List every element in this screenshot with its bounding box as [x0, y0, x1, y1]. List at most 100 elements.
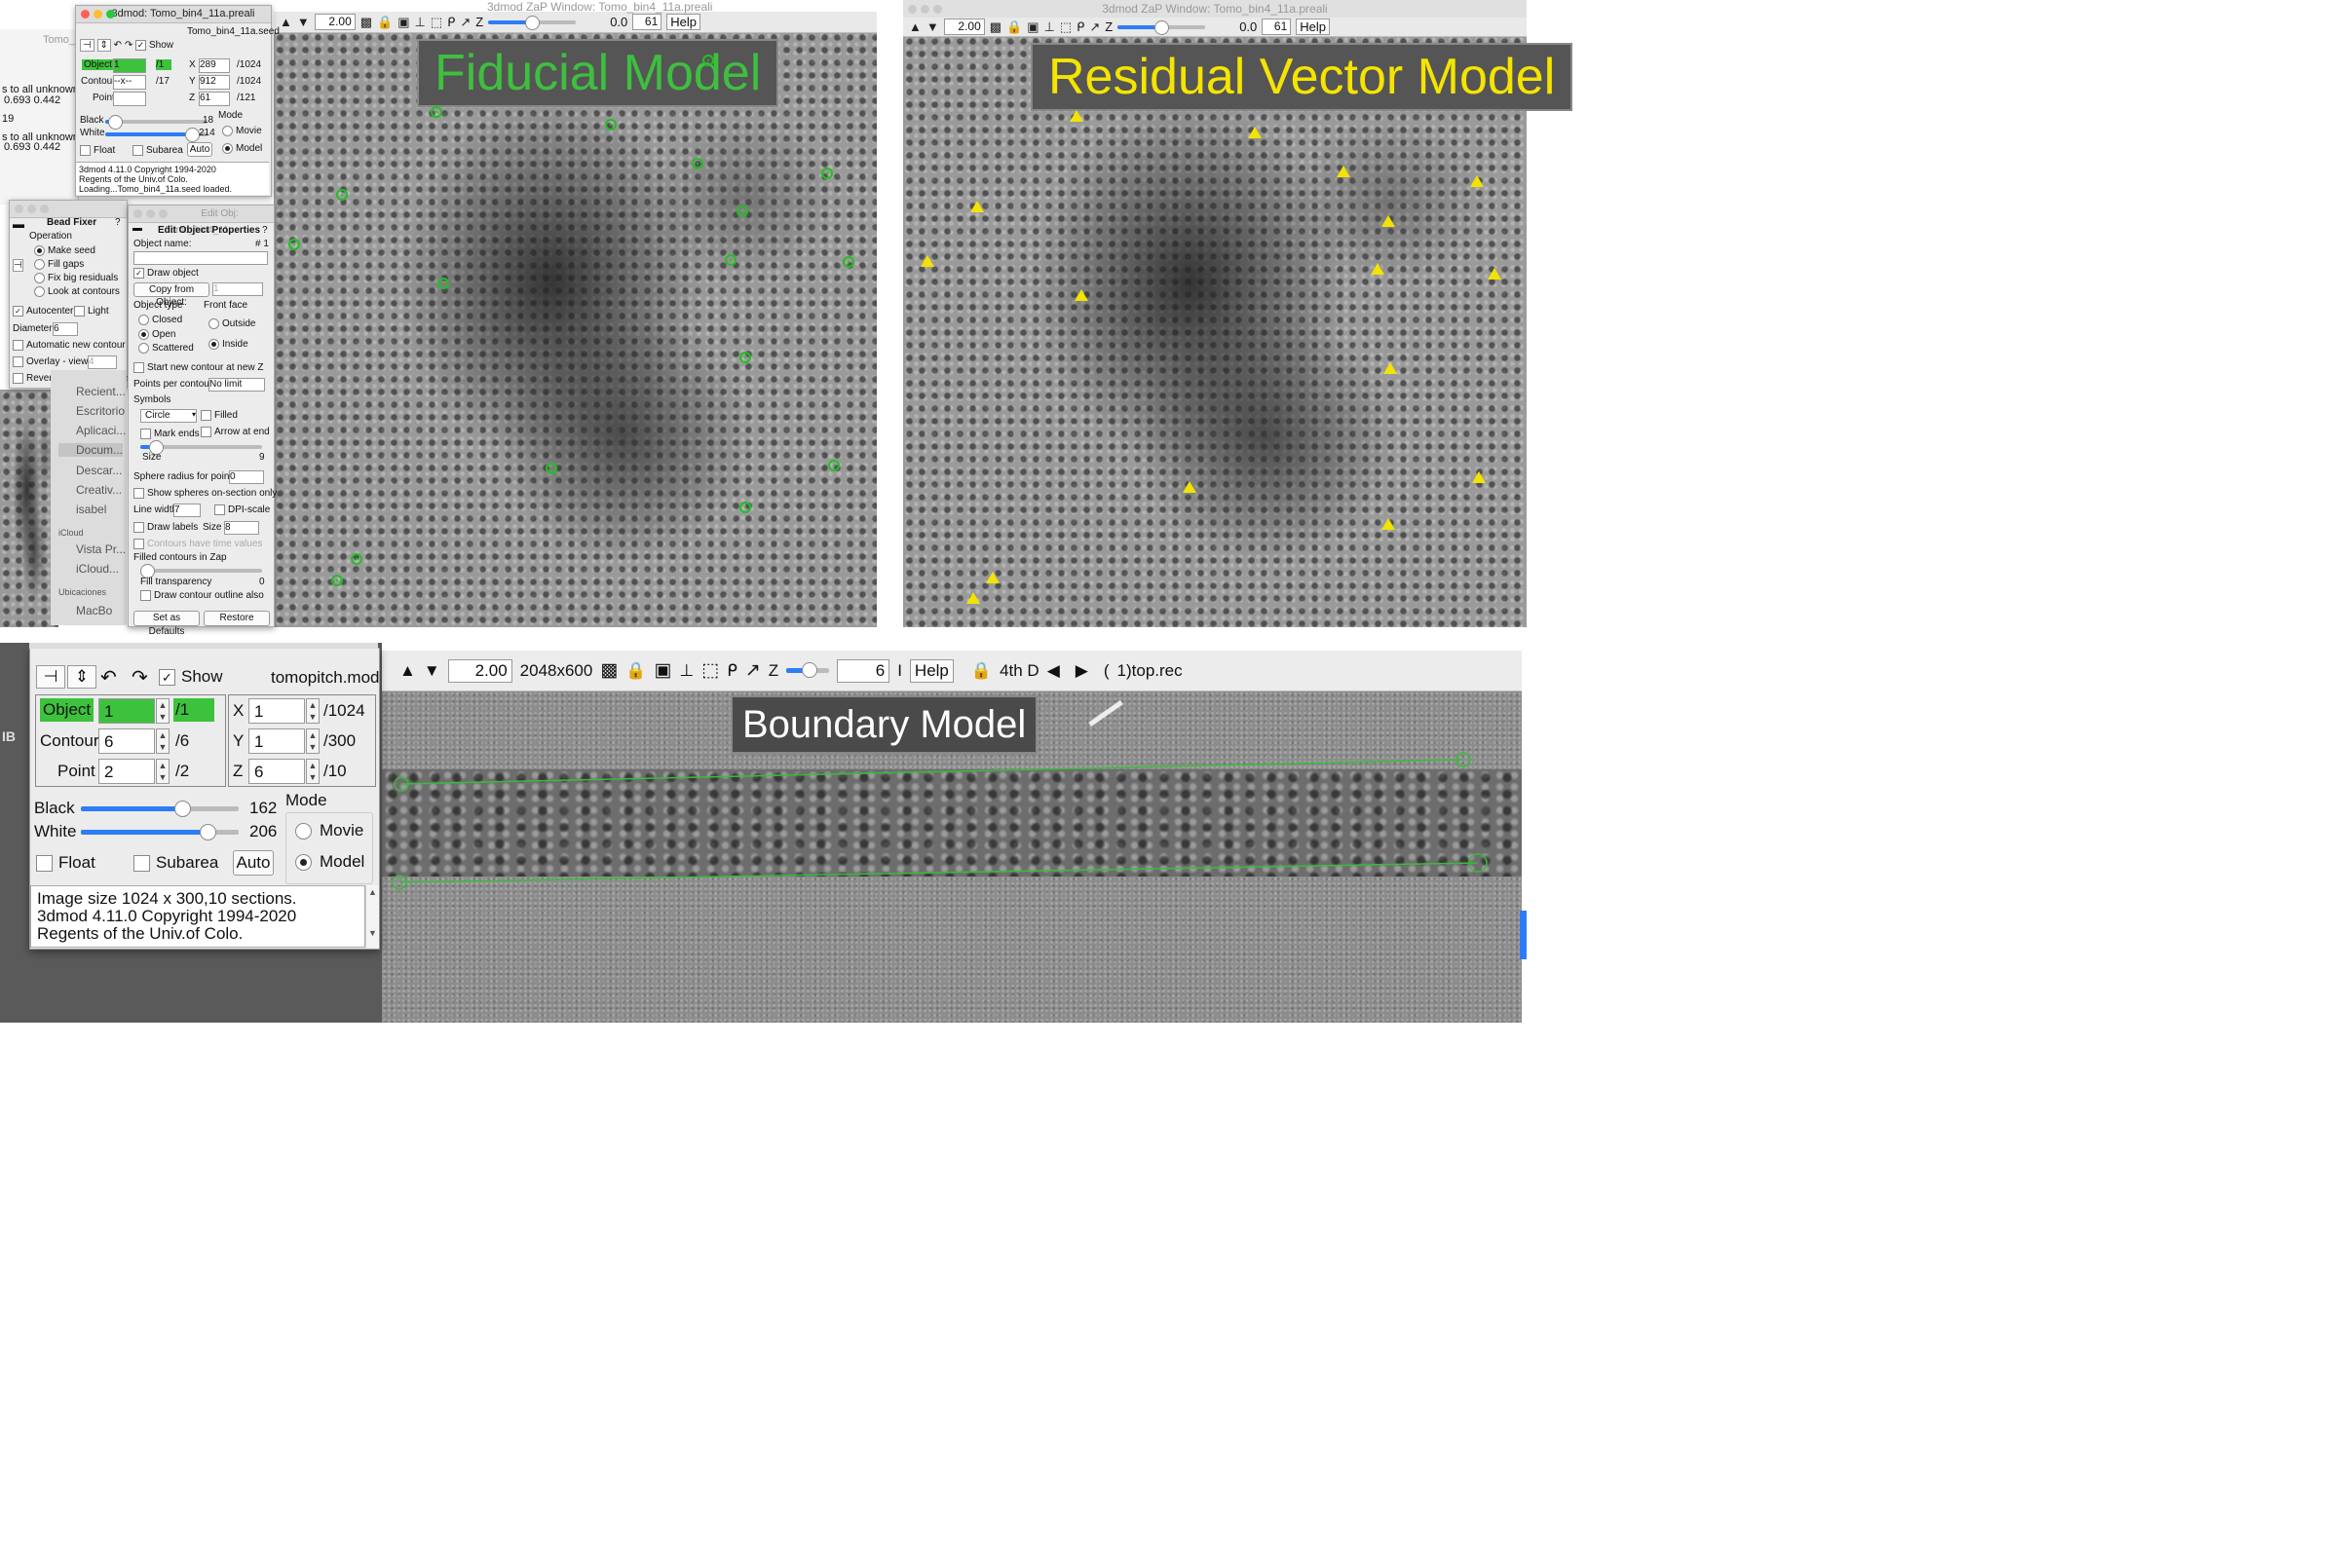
- undo-icon[interactable]: ↶: [100, 665, 117, 690]
- collapse-icon[interactable]: ▬: [132, 223, 142, 234]
- fiducial-marker[interactable]: [546, 463, 557, 474]
- fill-transparency-slider[interactable]: [140, 564, 262, 579]
- copy-from-button[interactable]: Copy from Object:: [133, 282, 209, 308]
- minimize-icon[interactable]: [94, 10, 102, 19]
- residual-vector-marker[interactable]: [1371, 263, 1384, 275]
- size-slider[interactable]: [140, 440, 262, 455]
- residual-vector-marker[interactable]: [1383, 362, 1397, 374]
- rubberband-icon[interactable]: ⬚: [1060, 19, 1072, 35]
- inside-radio[interactable]: Inside: [208, 339, 248, 350]
- object-stack-icon[interactable]: ⇕: [96, 39, 111, 53]
- checkbox[interactable]: [201, 427, 211, 437]
- y-input[interactable]: 1: [248, 728, 305, 754]
- fiducial-marker[interactable]: [702, 55, 714, 66]
- collapse-icon[interactable]: ▬: [13, 217, 24, 231]
- fiducial-marker[interactable]: [692, 158, 703, 169]
- checkbox[interactable]: [140, 590, 151, 601]
- mark-ends-checkbox[interactable]: Mark ends: [140, 429, 200, 439]
- checkbox[interactable]: [214, 504, 225, 515]
- overlay-input[interactable]: 4: [88, 355, 117, 369]
- radio-button[interactable]: [34, 245, 45, 256]
- help-icon[interactable]: ?: [115, 217, 121, 228]
- center-icon[interactable]: ▣: [1027, 19, 1039, 35]
- up-arrow-icon[interactable]: ▲: [909, 19, 922, 35]
- zoom-field[interactable]: 2.00: [943, 19, 985, 35]
- contour-input[interactable]: --x--: [113, 75, 146, 90]
- radio-button[interactable]: [34, 259, 45, 270]
- down-arrow-icon[interactable]: ▼: [424, 661, 440, 681]
- fiducial-marker[interactable]: [828, 460, 840, 471]
- point-spinner[interactable]: ▲ ▼: [156, 759, 170, 784]
- show-checkbox[interactable]: ✓ Show: [159, 667, 223, 687]
- sidebar-item[interactable]: Recient...: [76, 385, 126, 398]
- draw-labels-checkbox[interactable]: Draw labels: [133, 522, 198, 533]
- residual-vector-marker[interactable]: [1472, 471, 1486, 483]
- radio-button[interactable]: [34, 286, 45, 297]
- right-triangle-icon[interactable]: ▶: [1076, 661, 1088, 681]
- undo-icon[interactable]: ↶: [114, 40, 122, 51]
- residual-vector-marker[interactable]: [1183, 481, 1196, 493]
- fiducial-marker[interactable]: [737, 205, 748, 217]
- model-radio-button[interactable]: [295, 854, 312, 872]
- fiducial-marker[interactable]: [336, 189, 348, 201]
- z-input[interactable]: 61: [199, 92, 230, 106]
- help-button[interactable]: Help: [909, 658, 954, 683]
- z-slider[interactable]: [1117, 19, 1206, 35]
- sidebar-item[interactable]: Aplicaci...: [76, 424, 126, 437]
- start-new-checkbox[interactable]: Start new contour at new Z: [133, 362, 264, 373]
- checker-icon[interactable]: ▩: [600, 659, 618, 682]
- restore-button[interactable]: Restore: [204, 611, 270, 626]
- auto-new-checkbox[interactable]: Automatic new contour: [13, 340, 126, 351]
- sidebar-item[interactable]: Descar...: [76, 464, 122, 477]
- make-seed-radio[interactable]: Make seed: [34, 245, 95, 256]
- subarea-box[interactable]: [132, 145, 143, 156]
- checkbox[interactable]: ✓: [133, 268, 144, 279]
- light-checkbox[interactable]: Light: [74, 306, 109, 317]
- radio-button[interactable]: [208, 339, 219, 350]
- set-defaults-button[interactable]: Set as Defaults: [133, 611, 200, 637]
- close-icon[interactable]: [81, 10, 90, 19]
- sidebar-item[interactable]: MacBo: [76, 604, 112, 616]
- draw-object-checkbox[interactable]: ✓ Draw object: [133, 268, 199, 279]
- residual-vector-marker[interactable]: [1248, 127, 1262, 138]
- radio-button[interactable]: [138, 343, 149, 354]
- movie-radio[interactable]: Movie: [222, 126, 262, 136]
- fill-gaps-radio[interactable]: Fill gaps: [34, 259, 84, 270]
- center-icon[interactable]: ▣: [397, 15, 409, 30]
- arrow-icon[interactable]: ↗: [745, 659, 761, 682]
- lasso-icon[interactable]: ᑭ: [727, 661, 737, 681]
- section-field[interactable]: 61: [632, 14, 662, 30]
- fiducial-marker[interactable]: [288, 239, 300, 250]
- white-slider[interactable]: [81, 824, 239, 840]
- zoom-icon[interactable]: [106, 10, 115, 19]
- object-spinner[interactable]: ▲ ▼: [156, 698, 170, 724]
- contour-spinner[interactable]: ▲ ▼: [156, 728, 170, 754]
- fiducial-marker[interactable]: [431, 106, 442, 118]
- checkbox[interactable]: [201, 410, 211, 421]
- pin-icon[interactable]: ⊣: [13, 259, 23, 272]
- subarea-checkbox[interactable]: Subarea: [133, 853, 218, 873]
- subarea-checkbox[interactable]: Subarea: [132, 145, 183, 156]
- contour-input[interactable]: 6: [98, 728, 155, 754]
- fiducial-image[interactable]: [274, 31, 877, 627]
- look-contours-radio[interactable]: Look at contours: [34, 286, 120, 297]
- center-icon[interactable]: ▣: [654, 659, 671, 682]
- black-slider[interactable]: [81, 801, 239, 817]
- checker-icon[interactable]: ▩: [360, 15, 372, 30]
- lasso-icon[interactable]: ᑭ: [447, 15, 455, 30]
- radio-button[interactable]: [34, 273, 45, 283]
- lock-icon[interactable]: 🔒: [971, 661, 992, 681]
- residual-vector-marker[interactable]: [921, 255, 934, 267]
- x-input[interactable]: 1: [248, 698, 305, 724]
- open-radio[interactable]: Open: [138, 329, 175, 340]
- z-slider[interactable]: [786, 662, 830, 678]
- rubberband-icon[interactable]: ⬚: [431, 15, 442, 30]
- subarea-box[interactable]: [133, 855, 150, 873]
- help-button[interactable]: Help: [666, 14, 701, 30]
- section-field[interactable]: 61: [1262, 19, 1292, 35]
- symbol-select[interactable]: Circle ▾: [140, 409, 197, 423]
- y-spinner[interactable]: ▲ ▼: [306, 728, 320, 754]
- show-checkbox[interactable]: ✓: [135, 40, 147, 51]
- show-box[interactable]: ✓: [159, 669, 175, 687]
- float-box[interactable]: [36, 855, 53, 873]
